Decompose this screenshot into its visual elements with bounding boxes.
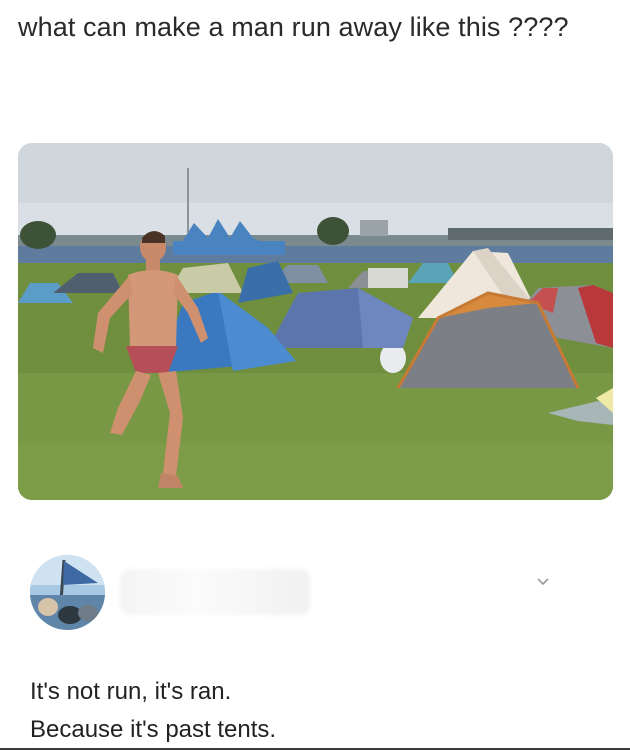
- comment-line: It's not run, it's ran.: [30, 678, 232, 705]
- avatar-image: [30, 555, 105, 630]
- username-redacted: [120, 569, 310, 615]
- comment-line: Because it's past tents.: [30, 716, 277, 743]
- photo-image: [18, 143, 613, 500]
- post-caption: what can make a man run away like this ?…: [18, 12, 569, 42]
- chevron-down-icon[interactable]: [535, 573, 551, 589]
- avatar[interactable]: [30, 555, 105, 630]
- comment-text: It's not run, it's ran. Because it's pas…: [30, 673, 590, 749]
- comment-header: [30, 555, 610, 635]
- post-photo[interactable]: [18, 143, 613, 500]
